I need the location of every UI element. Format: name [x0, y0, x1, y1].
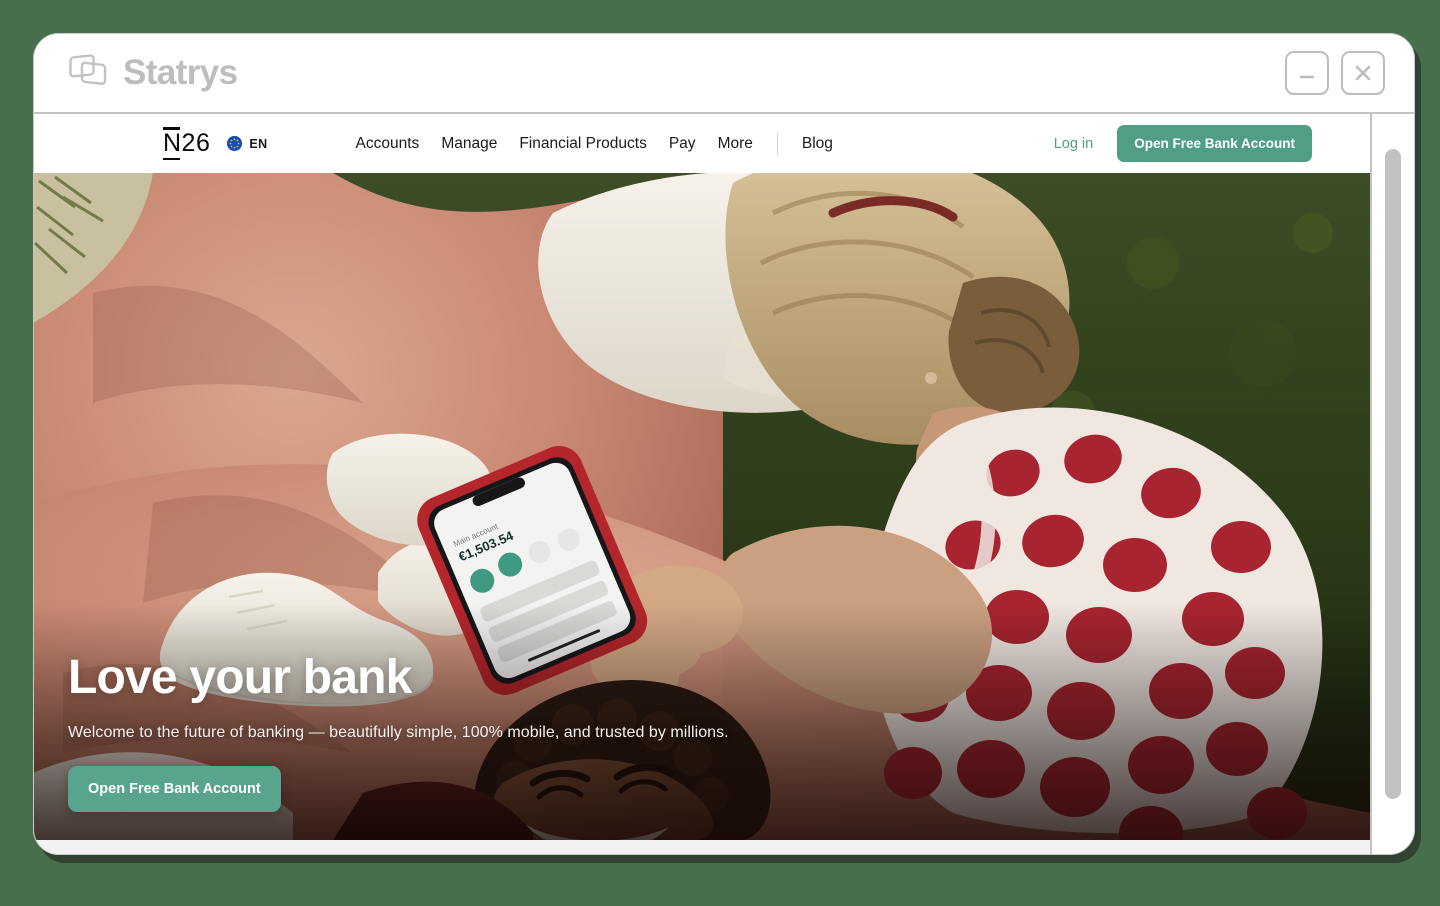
nav-link-more[interactable]: More — [718, 135, 753, 153]
close-button[interactable] — [1341, 51, 1385, 95]
vertical-scrollbar[interactable] — [1370, 114, 1414, 854]
app-window: Statrys N26 EN Accounts Manage Financial… — [33, 33, 1415, 855]
hero-subtitle: Welcome to the future of banking — beaut… — [68, 724, 729, 741]
navbar-links: Accounts Manage Financial Products Pay M… — [356, 132, 833, 155]
web-page: N26 EN Accounts Manage Financial Product… — [34, 114, 1370, 854]
page-bottom-strip — [34, 840, 1370, 854]
minimize-button[interactable] — [1285, 51, 1329, 95]
desktop-background: Statrys N26 EN Accounts Manage Financial… — [0, 0, 1440, 906]
browser-viewport: N26 EN Accounts Manage Financial Product… — [34, 114, 1414, 854]
window-controls — [1285, 51, 1385, 95]
n26-logo[interactable]: N26 — [163, 127, 211, 160]
app-title: Statrys — [123, 53, 238, 92]
window-titlebar: Statrys — [34, 34, 1414, 114]
close-icon — [1352, 62, 1374, 84]
statrys-logo-icon — [67, 52, 109, 94]
nav-divider — [776, 132, 778, 155]
app-brand: Statrys — [67, 52, 238, 94]
navbar-left: N26 EN — [163, 127, 268, 160]
navbar-actions: Log in Open Free Bank Account — [1054, 125, 1312, 162]
eu-flag-icon — [227, 136, 243, 151]
n26-logo-text: N26 — [163, 129, 211, 157]
hero-content: Love your bank Welcome to the future of … — [68, 652, 729, 812]
open-free-bank-account-button-nav[interactable]: Open Free Bank Account — [1117, 125, 1312, 162]
nav-link-pay[interactable]: Pay — [669, 135, 696, 153]
nav-link-manage[interactable]: Manage — [441, 135, 497, 153]
hero-section: Main account €1,503.54 Love your bank We… — [34, 173, 1370, 840]
minimize-icon — [1297, 63, 1317, 83]
hero-title: Love your bank — [68, 651, 412, 705]
login-link[interactable]: Log in — [1054, 136, 1094, 152]
open-free-bank-account-button-hero[interactable]: Open Free Bank Account — [68, 766, 281, 812]
nav-link-financial-products[interactable]: Financial Products — [519, 135, 647, 153]
language-selector[interactable]: EN — [227, 136, 267, 151]
nav-link-accounts[interactable]: Accounts — [356, 135, 420, 153]
language-label: EN — [249, 136, 268, 151]
scrollbar-thumb[interactable] — [1385, 149, 1401, 799]
site-navbar: N26 EN Accounts Manage Financial Product… — [34, 114, 1370, 173]
nav-link-blog[interactable]: Blog — [802, 135, 833, 153]
